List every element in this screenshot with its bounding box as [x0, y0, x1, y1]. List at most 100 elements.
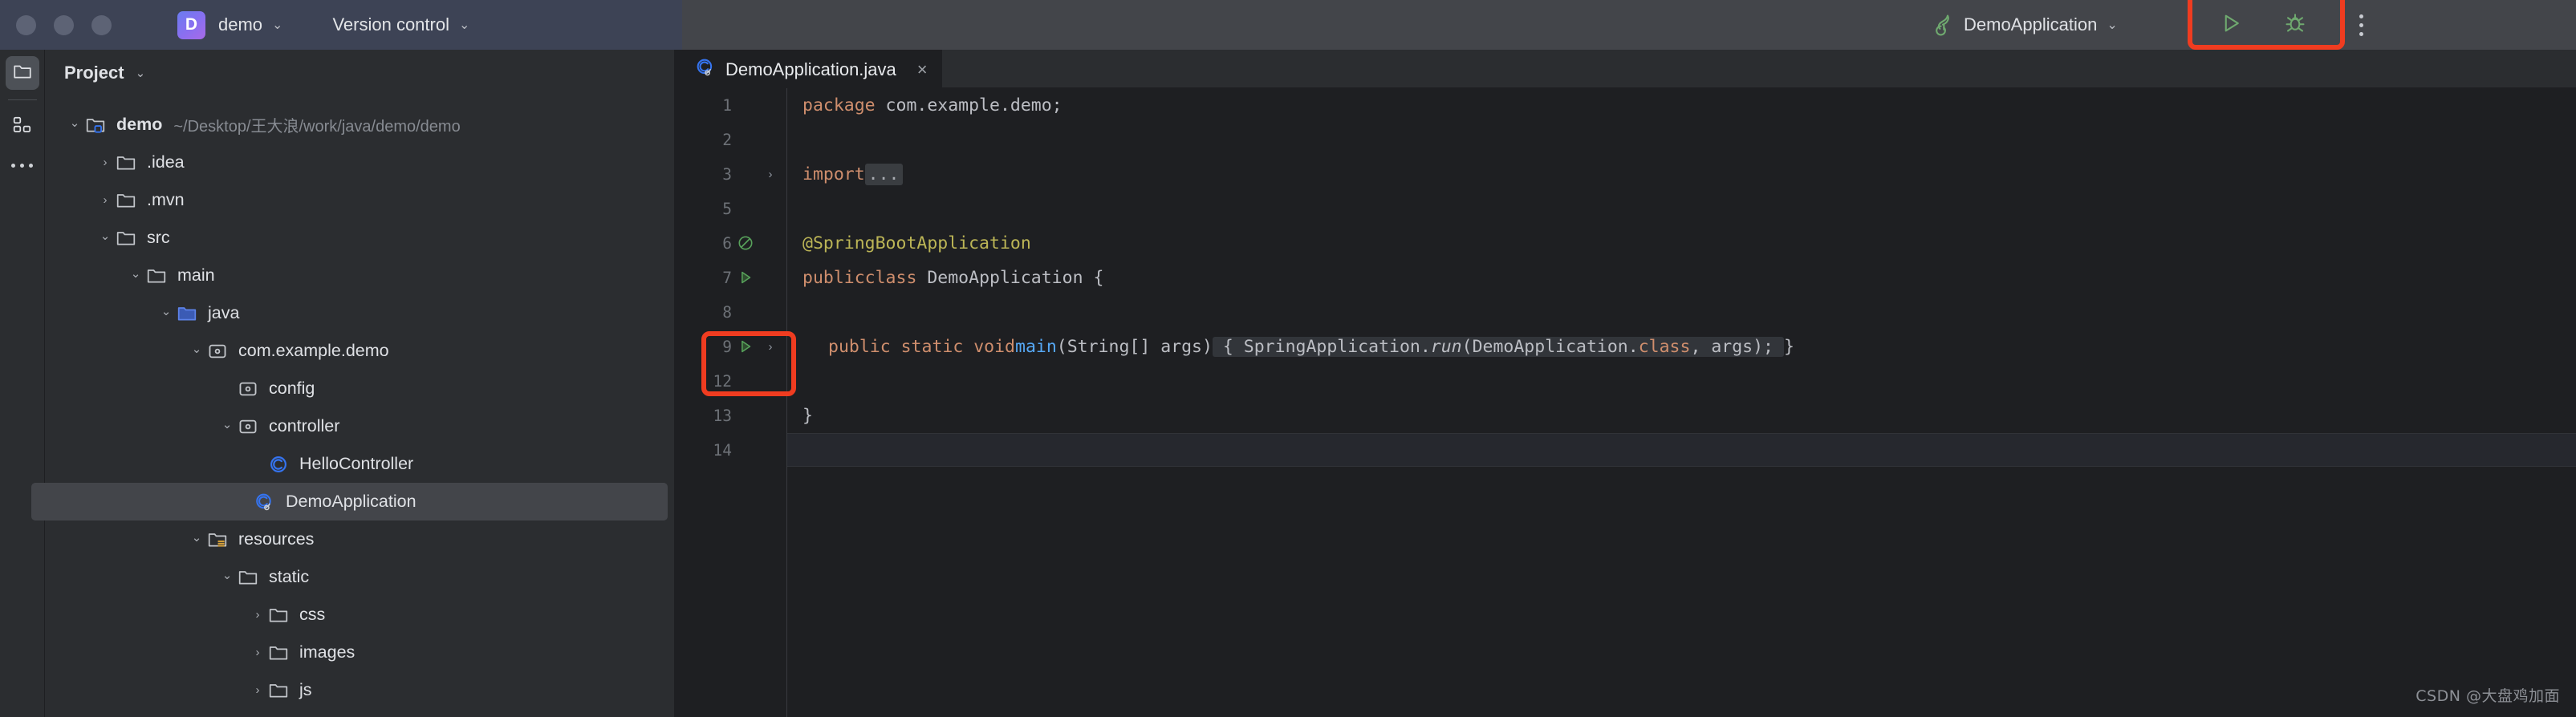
chevron-right-icon[interactable]: › — [95, 156, 116, 169]
code-line-7: public class DemoApplication { — [787, 261, 1103, 294]
line-number: 1 — [722, 95, 732, 115]
gutter-line-14[interactable]: 14 — [674, 433, 787, 467]
gutter-line-7[interactable]: 7 — [674, 261, 787, 294]
tree-node-main[interactable]: ⌄ main — [45, 257, 674, 294]
tree-node-demo[interactable]: ⌄ demo ~/Desktop/王大浪/work/java/demo/demo — [45, 106, 674, 144]
run-configuration-label: DemoApplication — [1964, 14, 2098, 34]
gutter-line-9[interactable]: 9 › — [674, 330, 787, 363]
project-badge[interactable]: D — [177, 10, 205, 39]
fold-expand-icon[interactable]: › — [759, 340, 782, 354]
tree-node-path: ~/Desktop/王大浪/work/java/demo/demo — [173, 118, 461, 136]
chevron-right-icon[interactable]: › — [247, 646, 268, 659]
maximize-window-button[interactable] — [91, 14, 112, 35]
tree-node-demoapplication[interactable]: DemoApplication — [31, 483, 668, 521]
editor-area: DemoApplication.java × 1 2 3 › 5 6 7 8 9 › 12 13 14 … — [674, 49, 2576, 717]
tree-node--mvn[interactable]: › .mvn — [45, 181, 674, 219]
tree-node--idea[interactable]: › .idea — [45, 144, 674, 181]
minimize-window-button[interactable] — [54, 14, 74, 35]
window-controls[interactable] — [16, 14, 112, 35]
code-token: run — [1430, 336, 1462, 357]
tree-node-images[interactable]: › images — [45, 634, 674, 671]
chevron-down-icon[interactable]: ⌄ — [186, 342, 207, 356]
chevron-down-icon[interactable]: ⌄ — [186, 530, 207, 545]
tree-node-config[interactable]: config — [45, 370, 674, 407]
sidebar-item-project[interactable] — [5, 56, 39, 90]
chevron-down-icon[interactable]: ⌄ — [95, 229, 116, 243]
gutter-line-13[interactable]: 13 — [674, 399, 787, 432]
close-icon[interactable]: × — [917, 59, 928, 80]
folded-imports[interactable]: ... — [864, 163, 903, 185]
code-editor[interactable]: 1 2 3 › 5 6 7 8 9 › 12 13 14 package com.example.dem… — [674, 88, 2576, 717]
code-content[interactable]: package com.example.demo; import ... @Spri… — [787, 88, 2576, 717]
project-name-menu[interactable]: demo ⌄ — [205, 14, 282, 35]
tree-node-java[interactable]: ⌄ java — [45, 294, 674, 332]
tree-node-js[interactable]: › js — [45, 671, 674, 709]
rail-divider — [7, 99, 37, 100]
code-token: package — [802, 95, 876, 115]
line-number: 6 — [722, 233, 732, 253]
gutter-line-3[interactable]: 3 › — [674, 157, 787, 191]
gutter-line-5[interactable]: 5 — [674, 192, 787, 225]
chevron-down-icon[interactable]: ⌄ — [125, 266, 146, 281]
gutter-line-12[interactable]: 12 — [674, 364, 787, 398]
source-root-folder-icon — [177, 303, 201, 324]
tree-node-label: DemoApplication — [286, 492, 416, 511]
package-icon — [238, 416, 262, 437]
tree-node-static[interactable]: ⌄ static — [45, 558, 674, 596]
code-token: } — [802, 405, 813, 426]
more-vertical-icon — [2359, 14, 2363, 36]
tree-node-css[interactable]: › css — [45, 596, 674, 634]
chevron-right-icon[interactable]: › — [247, 683, 268, 697]
module-folder-icon — [85, 115, 109, 136]
more-actions-button[interactable] — [2343, 7, 2379, 43]
gutter-line-2[interactable]: 2 — [674, 123, 787, 156]
tool-window-rail — [0, 50, 45, 717]
editor-tab-demoapplication[interactable]: DemoApplication.java × — [674, 49, 942, 88]
fold-expand-icon[interactable]: › — [759, 168, 782, 181]
sidebar-item-more[interactable] — [6, 148, 39, 182]
project-panel-header[interactable]: Project ⌄ — [45, 50, 674, 96]
gutter-run-icon[interactable] — [732, 338, 759, 355]
tree-node-controller[interactable]: ⌄ controller — [45, 407, 674, 445]
code-token: import — [802, 164, 865, 184]
gutter-spring-bean-icon[interactable] — [732, 234, 759, 252]
editor-gutter[interactable]: 1 2 3 › 5 6 7 8 9 › 12 13 14 — [674, 88, 787, 717]
line-number: 5 — [722, 199, 732, 218]
chevron-down-icon[interactable]: ⌄ — [64, 115, 85, 130]
tree-node-label: com.example.demo — [238, 341, 389, 360]
run-button[interactable] — [2213, 7, 2249, 43]
chevron-right-icon[interactable]: › — [95, 193, 116, 207]
folded-method-body[interactable]: { SpringApplication.run(DemoApplication.… — [1212, 336, 1784, 357]
chevron-down-icon[interactable]: ⌄ — [217, 417, 238, 431]
gutter-line-8[interactable]: 8 — [674, 295, 787, 329]
chevron-down-icon[interactable]: ⌄ — [156, 304, 177, 318]
package-icon — [238, 379, 262, 399]
tree-node-resources[interactable]: ⌄ resources — [45, 521, 674, 558]
chevron-right-icon[interactable]: › — [247, 608, 268, 622]
tree-node-label: config — [269, 379, 315, 398]
code-token: @SpringBootApplication — [802, 233, 1031, 253]
chevron-down-icon[interactable]: ⌄ — [217, 568, 238, 582]
code-token: class — [1638, 336, 1691, 357]
spring-class-icon — [254, 492, 278, 512]
version-control-menu[interactable]: Version control ⌄ — [319, 14, 469, 35]
editor-tab-bar: DemoApplication.java × — [674, 49, 2576, 88]
project-tree[interactable]: ⌄ demo ~/Desktop/王大浪/work/java/demo/demo ›.… — [31, 96, 674, 709]
run-configuration-selector[interactable]: DemoApplication ⌄ — [1930, 12, 2118, 38]
close-window-button[interactable] — [16, 14, 36, 35]
gutter-line-1[interactable]: 1 — [674, 88, 787, 122]
chevron-down-icon: ⌄ — [135, 67, 146, 80]
debug-button[interactable] — [2277, 7, 2313, 43]
tree-node-com-example-demo[interactable]: ⌄ com.example.demo — [45, 332, 674, 370]
tree-node-hellocontroller[interactable]: HelloController — [45, 445, 674, 483]
debug-bug-icon — [2283, 11, 2307, 39]
editor-tab-label: DemoApplication.java — [725, 59, 896, 79]
gutter-line-6[interactable]: 6 — [674, 226, 787, 260]
line-number: 14 — [713, 440, 732, 460]
tree-node-src[interactable]: ⌄ src — [45, 219, 674, 257]
code-line-1: package com.example.demo; — [787, 88, 1062, 122]
tree-node-label: static — [269, 567, 310, 586]
sidebar-item-structure[interactable] — [6, 110, 39, 144]
title-bar-left: D demo ⌄ Version control ⌄ — [0, 0, 682, 50]
gutter-run-icon[interactable] — [732, 269, 759, 286]
